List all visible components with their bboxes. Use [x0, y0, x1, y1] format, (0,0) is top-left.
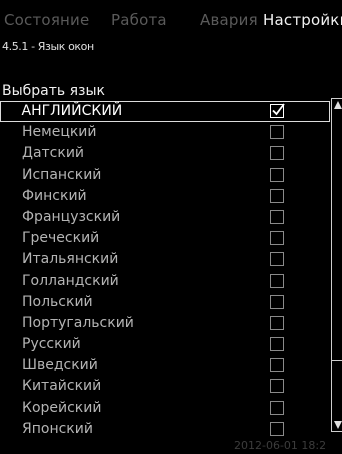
checkmark-icon	[271, 102, 285, 115]
section-label: Выбрать язык	[2, 83, 105, 99]
language-checkbox[interactable]	[270, 421, 284, 436]
language-option[interactable]: Испанский	[0, 165, 330, 186]
language-option-label: Корейский	[22, 399, 102, 416]
language-checkbox[interactable]	[270, 358, 284, 373]
language-option-label: Испанский	[22, 166, 102, 183]
language-option[interactable]: Французский	[0, 207, 330, 228]
language-option[interactable]: Датский	[0, 143, 330, 164]
language-checkbox[interactable]	[270, 188, 284, 203]
tab-bar: Состояние Работа Авария Настройки	[0, 0, 342, 36]
language-checkbox[interactable]	[270, 379, 284, 394]
language-option[interactable]: Польский	[0, 292, 330, 313]
language-option-label: АНГЛИЙСКИЙ	[21, 102, 123, 119]
language-checkbox[interactable]	[270, 337, 284, 352]
language-checkbox[interactable]	[270, 231, 284, 246]
language-checkbox[interactable]	[269, 102, 285, 118]
language-checkbox[interactable]	[270, 209, 284, 224]
screen-title: 4.5.1 - Язык окон	[2, 40, 94, 53]
language-option[interactable]: Китайский	[0, 376, 330, 397]
language-option-label: Китайский	[22, 378, 102, 395]
language-option[interactable]: Японский	[0, 419, 330, 440]
language-option-label: Польский	[22, 293, 93, 310]
tab-operation[interactable]: Работа	[111, 11, 167, 29]
language-option-label: Шведский	[22, 357, 98, 374]
scrollbar[interactable]	[331, 98, 342, 432]
scroll-down-arrow-icon[interactable]	[334, 421, 342, 429]
language-option-label: Финский	[22, 187, 87, 204]
language-option[interactable]: Итальянский	[0, 249, 330, 270]
language-option[interactable]: Голландский	[0, 271, 330, 292]
language-option-label: Греческий	[22, 230, 100, 247]
language-checkbox[interactable]	[270, 294, 284, 309]
language-checkbox[interactable]	[270, 252, 284, 267]
language-option-label: Датский	[22, 145, 85, 162]
language-option[interactable]: Греческий	[0, 228, 330, 249]
tab-settings[interactable]: Настройки	[263, 11, 342, 29]
language-checkbox[interactable]	[270, 315, 284, 330]
language-option-label: Русский	[22, 336, 81, 353]
language-option-label: Японский	[22, 420, 93, 437]
language-option[interactable]: Корейский	[0, 398, 330, 419]
language-option-label: Голландский	[22, 272, 119, 289]
language-checkbox[interactable]	[270, 125, 284, 140]
language-option[interactable]: Финский	[0, 186, 330, 207]
language-checkbox[interactable]	[270, 146, 284, 161]
tab-status[interactable]: Состояние	[4, 11, 89, 29]
language-option-label: Французский	[22, 208, 121, 225]
scroll-up-arrow-icon[interactable]	[334, 101, 342, 109]
language-list: АНГЛИЙСКИЙ Немецкий Датский Испанский Фински…	[0, 101, 330, 440]
language-option-label: Итальянский	[22, 251, 119, 268]
language-option[interactable]: АНГЛИЙСКИЙ	[0, 101, 330, 123]
language-option[interactable]: Немецкий	[0, 122, 330, 143]
language-checkbox[interactable]	[270, 400, 284, 415]
language-option[interactable]: Русский	[0, 334, 330, 355]
language-option[interactable]: Шведский	[0, 355, 330, 376]
language-checkbox[interactable]	[270, 273, 284, 288]
language-option-label: Португальский	[22, 314, 134, 331]
datetime-display: 2012-06-01 18:2	[234, 439, 327, 452]
tab-alarm[interactable]: Авария	[200, 11, 258, 29]
language-option-label: Немецкий	[22, 124, 97, 141]
language-checkbox[interactable]	[270, 167, 284, 182]
language-option[interactable]: Португальский	[0, 313, 330, 334]
scrollbar-thumb[interactable]	[332, 111, 342, 361]
